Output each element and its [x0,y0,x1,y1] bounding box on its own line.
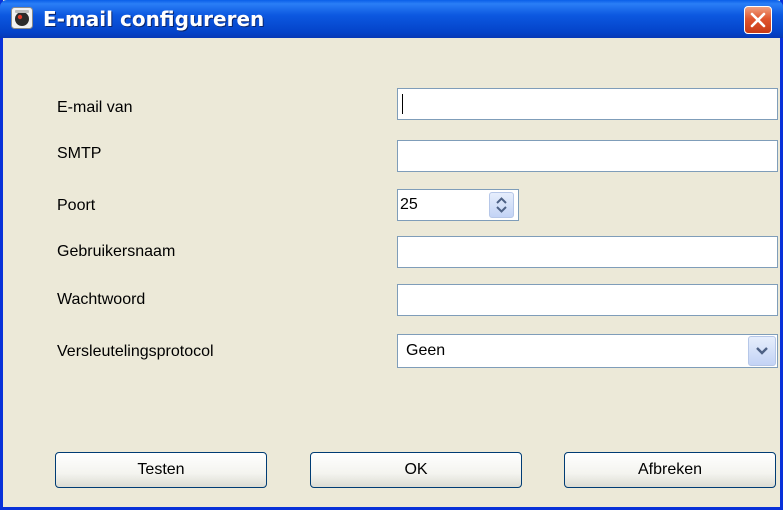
close-icon [750,12,766,28]
encryption-protocol-select[interactable]: Geen [397,334,778,368]
window-title: E-mail configureren [43,7,265,31]
username-input[interactable] [397,236,778,268]
dropdown-button[interactable] [748,336,776,366]
smtp-label: SMTP [57,145,102,162]
smtp-input[interactable] [397,140,778,172]
port-stepper[interactable]: 25 [397,189,519,221]
text-caret [402,94,403,114]
close-button[interactable] [744,6,772,34]
encryption-protocol-value: Geen [406,342,446,359]
port-value: 25 [400,196,418,213]
password-input[interactable] [397,284,778,316]
cancel-button[interactable]: Afbreken [564,452,776,488]
ok-button[interactable]: OK [310,452,522,488]
spin-buttons[interactable] [489,192,514,218]
test-button[interactable]: Testen [55,452,267,488]
chevron-down-icon [756,347,768,355]
port-label: Poort [57,197,96,214]
email-config-dialog: E-mail configureren E-mail van SMTP Poor… [0,0,783,510]
app-icon [11,7,33,29]
title-bar[interactable]: E-mail configureren [0,0,783,38]
email-from-input[interactable] [397,88,778,120]
spin-arrows-icon [496,197,507,213]
username-label: Gebruikersnaam [57,243,176,260]
email-from-label: E-mail van [57,99,133,116]
encryption-protocol-label: Versleutelingsprotocol [57,343,214,360]
password-label: Wachtwoord [57,291,146,308]
